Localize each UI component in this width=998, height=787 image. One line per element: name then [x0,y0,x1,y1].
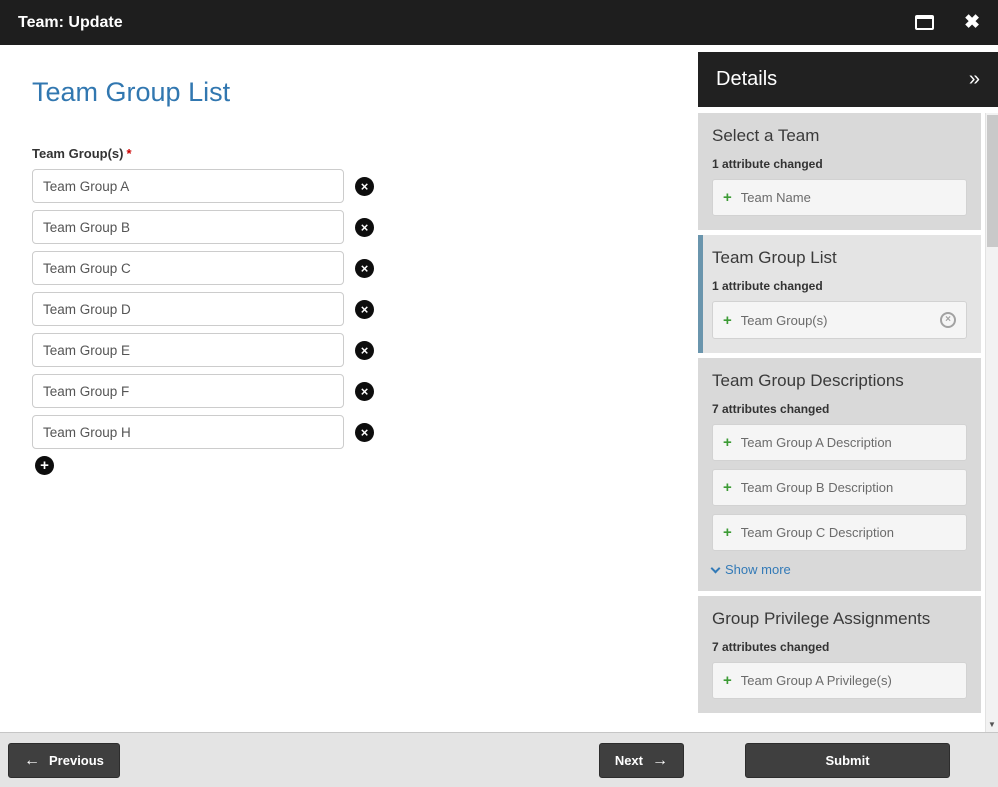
scrollbar-thumb[interactable] [987,115,998,247]
arrow-right-icon: → [652,753,668,769]
details-body: Select a Team 1 attribute changed + Team… [698,113,981,732]
attr-card-team-groups[interactable]: + Team Group(s) × [712,301,967,339]
sidebar-scrollbar[interactable]: ▼ [985,113,998,732]
changed-count: 1 attribute changed [712,157,967,171]
team-group-input-5[interactable] [32,374,344,408]
team-group-input-1[interactable] [32,210,344,244]
changed-count: 7 attributes changed [712,640,967,654]
section-team-group-list: Team Group List 1 attribute changed + Te… [698,235,981,353]
previous-button-label: Previous [49,753,104,768]
attr-card-description-b[interactable]: + Team Group B Description [712,469,967,506]
details-header: Details » [698,52,998,107]
section-team-group-descriptions: Team Group Descriptions 7 attributes cha… [698,358,981,591]
close-icon[interactable]: ✖ [964,13,980,32]
added-plus-icon: + [723,435,732,450]
attr-card-description-c[interactable]: + Team Group C Description [712,514,967,551]
remove-icon[interactable]: × [355,382,374,401]
attr-label: Team Group A Privilege(s) [741,673,892,688]
team-group-input-2[interactable] [32,251,344,285]
details-sidebar: Details » Select a Team 1 attribute chan… [698,45,998,732]
titlebar-actions: ✖ [915,13,980,32]
section-title: Select a Team [712,126,967,146]
team-group-input-6[interactable] [32,415,344,449]
added-plus-icon: + [723,480,732,495]
team-group-row: × [32,169,698,203]
next-button-label: Next [615,753,643,768]
submit-button-label: Submit [825,753,869,768]
remove-icon[interactable]: × [355,341,374,360]
section-select-a-team: Select a Team 1 attribute changed + Team… [698,113,981,230]
changed-count: 7 attributes changed [712,402,967,416]
attr-card-privileges-a[interactable]: + Team Group A Privilege(s) [712,662,967,699]
collapse-chevrons-icon[interactable]: » [969,68,980,91]
remove-icon[interactable]: × [355,259,374,278]
attr-label: Team Group A Description [741,435,892,450]
next-button[interactable]: Next → [599,743,684,778]
show-more-link[interactable]: Show more [712,562,967,577]
remove-icon[interactable]: × [355,423,374,442]
titlebar: Team: Update ✖ [0,0,998,45]
field-label: Team Group(s)* [32,146,698,161]
add-row: + [35,456,698,475]
team-group-row: × [32,251,698,285]
attr-label: Team Group C Description [741,525,894,540]
team-group-row: × [32,374,698,408]
chevron-down-icon [711,563,721,573]
team-group-input-4[interactable] [32,333,344,367]
remove-icon[interactable]: × [355,218,374,237]
show-more-label: Show more [725,562,791,577]
added-plus-icon: + [723,190,732,205]
window-title: Team: Update [18,14,123,32]
team-group-input-3[interactable] [32,292,344,326]
deselect-icon[interactable]: × [940,312,956,328]
attr-label: Team Name [741,190,811,205]
team-group-input-0[interactable] [32,169,344,203]
remove-icon[interactable]: × [355,177,374,196]
added-plus-icon: + [723,313,732,328]
team-group-row: × [32,210,698,244]
attr-label: Team Group B Description [741,480,893,495]
add-icon[interactable]: + [35,456,54,475]
section-title: Team Group List [712,248,967,268]
attr-label: Team Group(s) [741,313,828,328]
maximize-icon[interactable] [915,15,934,30]
section-title: Group Privilege Assignments [712,609,967,629]
main-panel: Team Group List Team Group(s)* × × × × ×… [0,45,698,732]
team-group-row: × [32,415,698,449]
changed-count: 1 attribute changed [712,279,967,293]
submit-button[interactable]: Submit [745,743,950,778]
arrow-left-icon: ← [24,753,40,769]
section-title: Team Group Descriptions [712,371,967,391]
footer-bar: ← Previous Next → Submit [0,732,998,787]
team-group-row: × [32,333,698,367]
field-label-text: Team Group(s) [32,146,124,161]
added-plus-icon: + [723,525,732,540]
remove-icon[interactable]: × [355,300,374,319]
required-marker: * [127,146,132,161]
attr-card-description-a[interactable]: + Team Group A Description [712,424,967,461]
attr-card-team-name[interactable]: + Team Name [712,179,967,216]
section-group-privilege-assignments: Group Privilege Assignments 7 attributes… [698,596,981,713]
previous-button[interactable]: ← Previous [8,743,120,778]
team-group-row: × [32,292,698,326]
added-plus-icon: + [723,673,732,688]
page-title: Team Group List [32,77,698,108]
scroll-down-arrow-icon[interactable]: ▼ [986,717,998,732]
details-title: Details [716,68,777,91]
